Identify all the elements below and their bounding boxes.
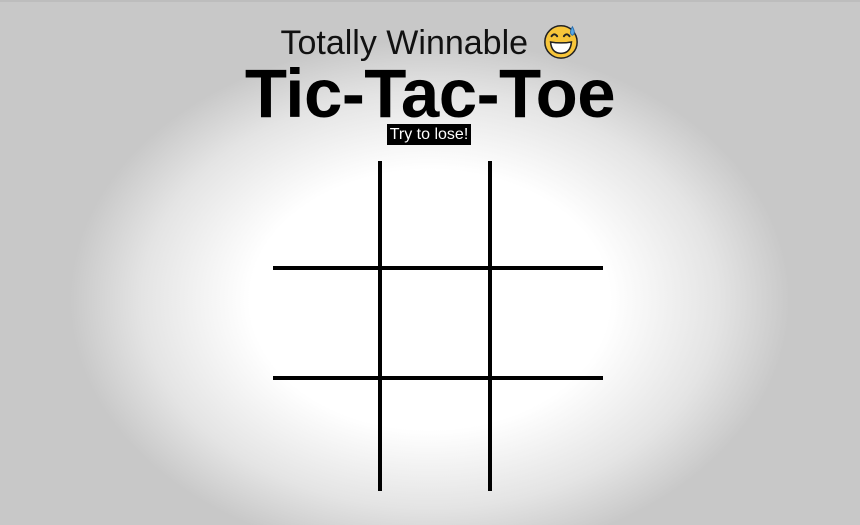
board-cell-1-1[interactable] (382, 270, 492, 380)
game-page: Totally Winnable Tic-Tac-Toe Try to lose… (0, 2, 860, 525)
board-cell-1-2[interactable] (492, 270, 603, 380)
board-cell-2-2[interactable] (492, 380, 603, 491)
board-cell-2-0[interactable] (273, 380, 382, 491)
board-cell-1-0[interactable] (273, 270, 382, 380)
tagline-badge: Try to lose! (386, 124, 472, 145)
board-cell-0-2[interactable] (492, 161, 603, 270)
page-title: Tic-Tac-Toe (244, 55, 616, 132)
tagline-wrap: Try to lose! (0, 124, 860, 145)
board-cell-0-1[interactable] (382, 161, 492, 270)
tic-tac-toe-board (273, 161, 603, 491)
board-cell-2-1[interactable] (382, 380, 492, 491)
board-cell-0-0[interactable] (273, 161, 382, 270)
